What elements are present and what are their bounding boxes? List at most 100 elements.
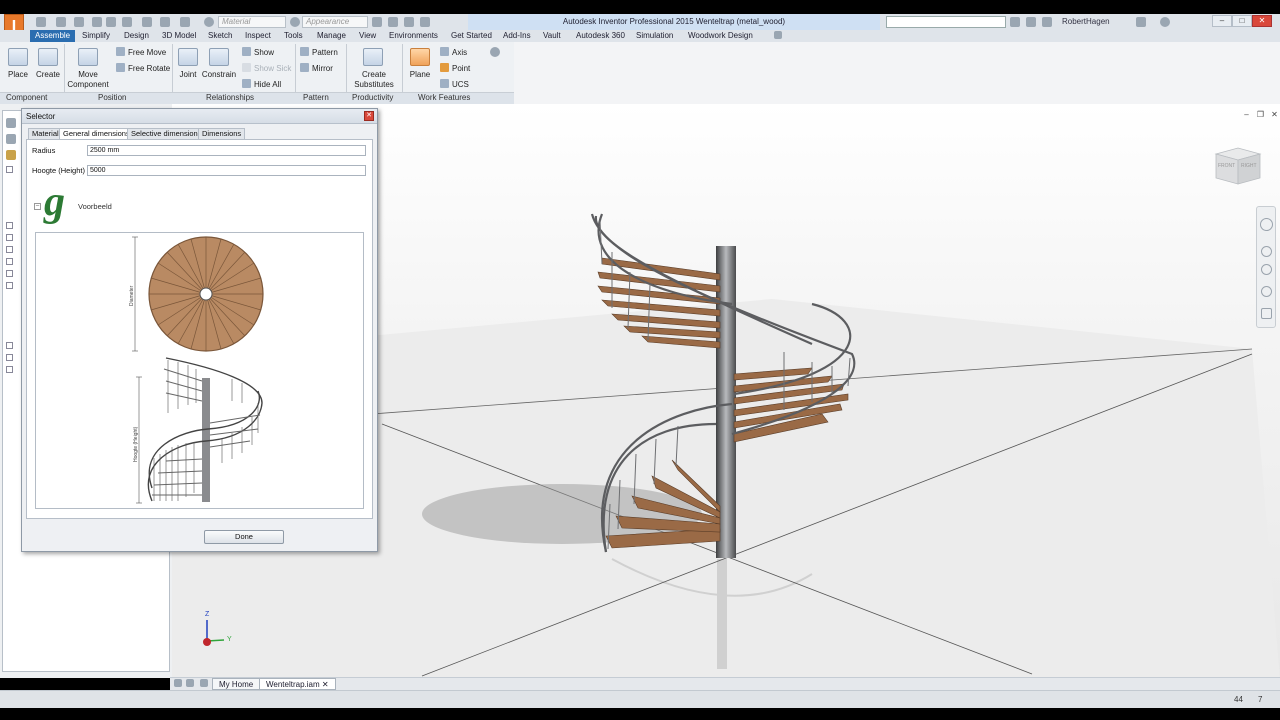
viewport-close-icon[interactable]: ✕ [1270,110,1279,119]
viewcube[interactable]: FRONT RIGHT [1214,146,1262,186]
save-icon[interactable] [74,17,84,27]
create-button[interactable]: Create [32,70,64,80]
tree-expand-icon[interactable] [6,354,13,361]
look-at-icon[interactable] [1261,308,1272,319]
viewport-minimize-icon[interactable]: – [1242,110,1251,119]
material-dropdown[interactable]: Material [218,16,286,28]
dialog-tab-general-dimensions[interactable]: General dimensions [59,128,134,139]
free-move-button[interactable]: Free Move [116,47,166,58]
tree-expand-icon[interactable] [6,234,13,241]
radius-input[interactable] [87,145,366,156]
dialog-tab-selective-dimensions[interactable]: Selective dimensions [127,128,206,139]
pan-icon[interactable] [1261,246,1272,257]
tab-get-started[interactable]: Get Started [451,30,492,42]
dialog-tab-dimensions[interactable]: Dimensions [198,128,246,139]
place-button[interactable]: Place [4,70,32,80]
move-component-button[interactable]: Move Component [64,70,112,90]
point-button[interactable]: Point [440,63,470,74]
panel-position[interactable]: Position [98,93,126,103]
orbit-icon[interactable] [1261,286,1272,297]
tab-document[interactable]: Wenteltrap.iam ✕ [259,678,336,690]
dialog-close-button[interactable]: ✕ [364,111,374,121]
return-icon[interactable] [92,17,102,27]
panel-work-features[interactable]: Work Features [418,93,470,103]
tab-my-home[interactable]: My Home [212,678,261,690]
open-icon[interactable] [56,17,66,27]
select-icon[interactable] [160,17,170,27]
joint-button[interactable]: Joint [174,70,202,80]
tree-expand-icon[interactable] [6,258,13,265]
tab-3d-model[interactable]: 3D Model [162,30,196,42]
tab-inspect[interactable]: Inspect [245,30,271,42]
tab-menu-icon[interactable] [200,679,208,687]
redo-icon[interactable] [122,17,132,27]
clear-icon[interactable] [388,17,398,27]
zoom-icon[interactable] [1261,264,1272,275]
filter-icon[interactable] [6,134,16,144]
pattern-button[interactable]: Pattern [300,47,338,58]
ucs-button[interactable]: UCS [440,79,469,90]
create-substitutes-button[interactable]: Create Substitutes [348,70,400,90]
tree-expand-icon[interactable] [6,222,13,229]
tab-simplify[interactable]: Simplify [82,30,110,42]
search-input[interactable] [886,16,1006,28]
subscription-icon[interactable] [1026,17,1036,27]
exchange-icon[interactable] [1136,17,1146,27]
hide-all-button[interactable]: Hide All [242,79,281,90]
tab-add-ins[interactable]: Add-Ins [503,30,531,42]
tab-sketch[interactable]: Sketch [208,30,232,42]
maximize-button[interactable]: □ [1232,15,1252,27]
axis-button[interactable]: Axis [440,47,467,58]
tab-assemble[interactable]: Assemble [30,30,76,42]
tree-expand-icon[interactable] [6,282,13,289]
plane-button[interactable]: Plane [404,70,436,80]
tab-vault[interactable]: Vault [543,30,561,42]
home-icon[interactable] [142,17,152,27]
update-icon[interactable] [180,17,190,27]
panel-pattern[interactable]: Pattern [303,93,329,103]
tab-environments[interactable]: Environments [389,30,438,42]
constrain-button[interactable]: Constrain [200,70,238,80]
undo-icon[interactable] [106,17,116,27]
done-button[interactable]: Done [204,530,284,544]
show-button[interactable]: Show [242,47,274,58]
preview-collapse-icon[interactable]: – [34,203,41,210]
ribbon-extra-icon[interactable] [490,47,500,57]
tab-manage[interactable]: Manage [317,30,346,42]
mirror-button[interactable]: Mirror [300,63,333,74]
panel-productivity[interactable]: Productivity [352,93,393,103]
panel-component[interactable]: Component [6,93,47,103]
tree-expand-icon[interactable] [6,342,13,349]
show-sick-button[interactable]: Show Sick [242,63,291,74]
qa-more-icon[interactable] [420,17,430,27]
tab-design[interactable]: Design [124,30,149,42]
dialog-tab-material[interactable]: Material [28,128,63,139]
viewport-restore-icon[interactable]: ❐ [1256,110,1265,119]
tree-expand-icon[interactable] [6,270,13,277]
close-tab-icon[interactable]: ✕ [322,680,329,689]
tab-tools[interactable]: Tools [284,30,303,42]
new-file-icon[interactable] [36,17,46,27]
steering-wheel-icon[interactable] [1260,218,1273,231]
dialog-title[interactable]: Selector [22,109,377,124]
tree-expand-icon[interactable] [6,366,13,373]
fx-icon[interactable] [404,17,414,27]
close-button[interactable]: ✕ [1252,15,1272,27]
tab-view[interactable]: View [359,30,376,42]
appearance-dropdown[interactable]: Appearance [302,16,368,28]
adjust-icon[interactable] [372,17,382,27]
search-icon[interactable] [1010,17,1020,27]
favorite-star-icon[interactable] [1042,17,1052,27]
user-name[interactable]: RobertHagen [1062,16,1110,28]
tab-simulation[interactable]: Simulation [636,30,673,42]
minimize-button[interactable]: – [1212,15,1232,27]
tree-expand-icon[interactable] [6,246,13,253]
panel-relationships[interactable]: Relationships [206,93,254,103]
tab-woodwork-design[interactable]: Woodwork Design [688,30,753,42]
tab-view-icon[interactable] [174,679,182,687]
height-input[interactable] [87,165,366,176]
tree-expand-icon[interactable] [6,166,13,173]
help-icon[interactable] [1160,17,1170,27]
ribbon-toggle-icon[interactable] [774,31,782,39]
free-rotate-button[interactable]: Free Rotate [116,63,170,74]
